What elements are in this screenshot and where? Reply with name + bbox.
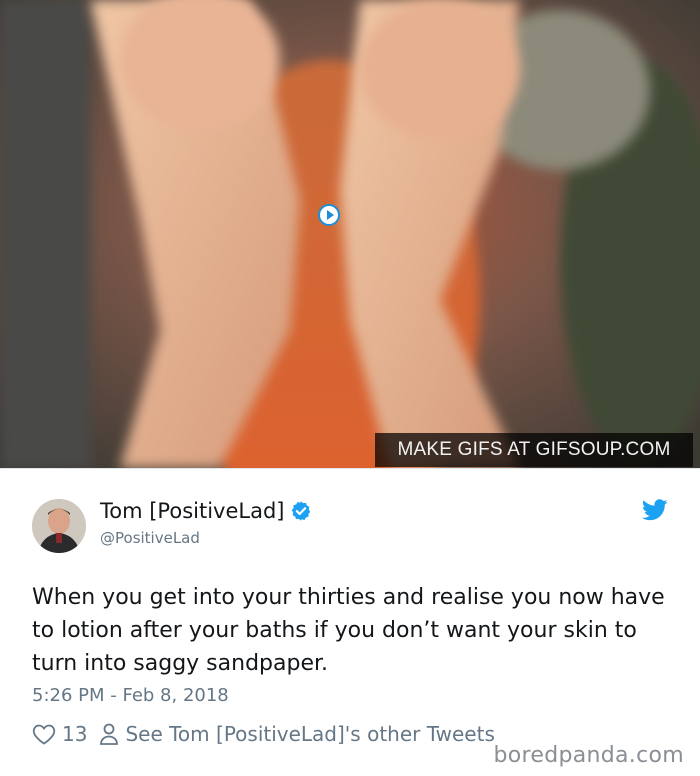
gif-frame-image xyxy=(0,0,700,468)
author-name-row[interactable]: Tom [PositiveLad] xyxy=(100,499,312,523)
heart-icon[interactable] xyxy=(32,723,56,745)
person-icon xyxy=(100,723,119,745)
tweet-text: When you get into your thirties and real… xyxy=(32,585,665,676)
author-display-name[interactable]: Tom [PositiveLad] xyxy=(100,499,284,523)
tweet-actions: 13 See Tom [PositiveLad]'s other Tweets xyxy=(32,722,495,746)
author-handle[interactable]: @PositiveLad xyxy=(100,529,200,547)
tweet-card: Tom [PositiveLad] @PositiveLad When you … xyxy=(0,468,700,776)
avatar-image xyxy=(32,499,86,553)
verified-badge-icon xyxy=(292,501,311,521)
tweet-media-gif[interactable]: MAKE GIFS AT GIFSOUP.COM xyxy=(0,0,700,468)
play-button[interactable] xyxy=(318,204,340,226)
tweet-timestamp[interactable]: 5:26 PM - Feb 8, 2018 xyxy=(32,685,229,706)
play-icon xyxy=(326,210,334,220)
see-other-tweets-link[interactable]: See Tom [PositiveLad]'s other Tweets xyxy=(125,722,494,746)
boredpanda-watermark: boredpanda.com xyxy=(493,743,684,768)
avatar[interactable] xyxy=(32,499,86,553)
like-count: 13 xyxy=(62,722,88,746)
twitter-bird-icon[interactable] xyxy=(642,499,668,521)
gif-watermark: MAKE GIFS AT GIFSOUP.COM xyxy=(375,433,693,467)
